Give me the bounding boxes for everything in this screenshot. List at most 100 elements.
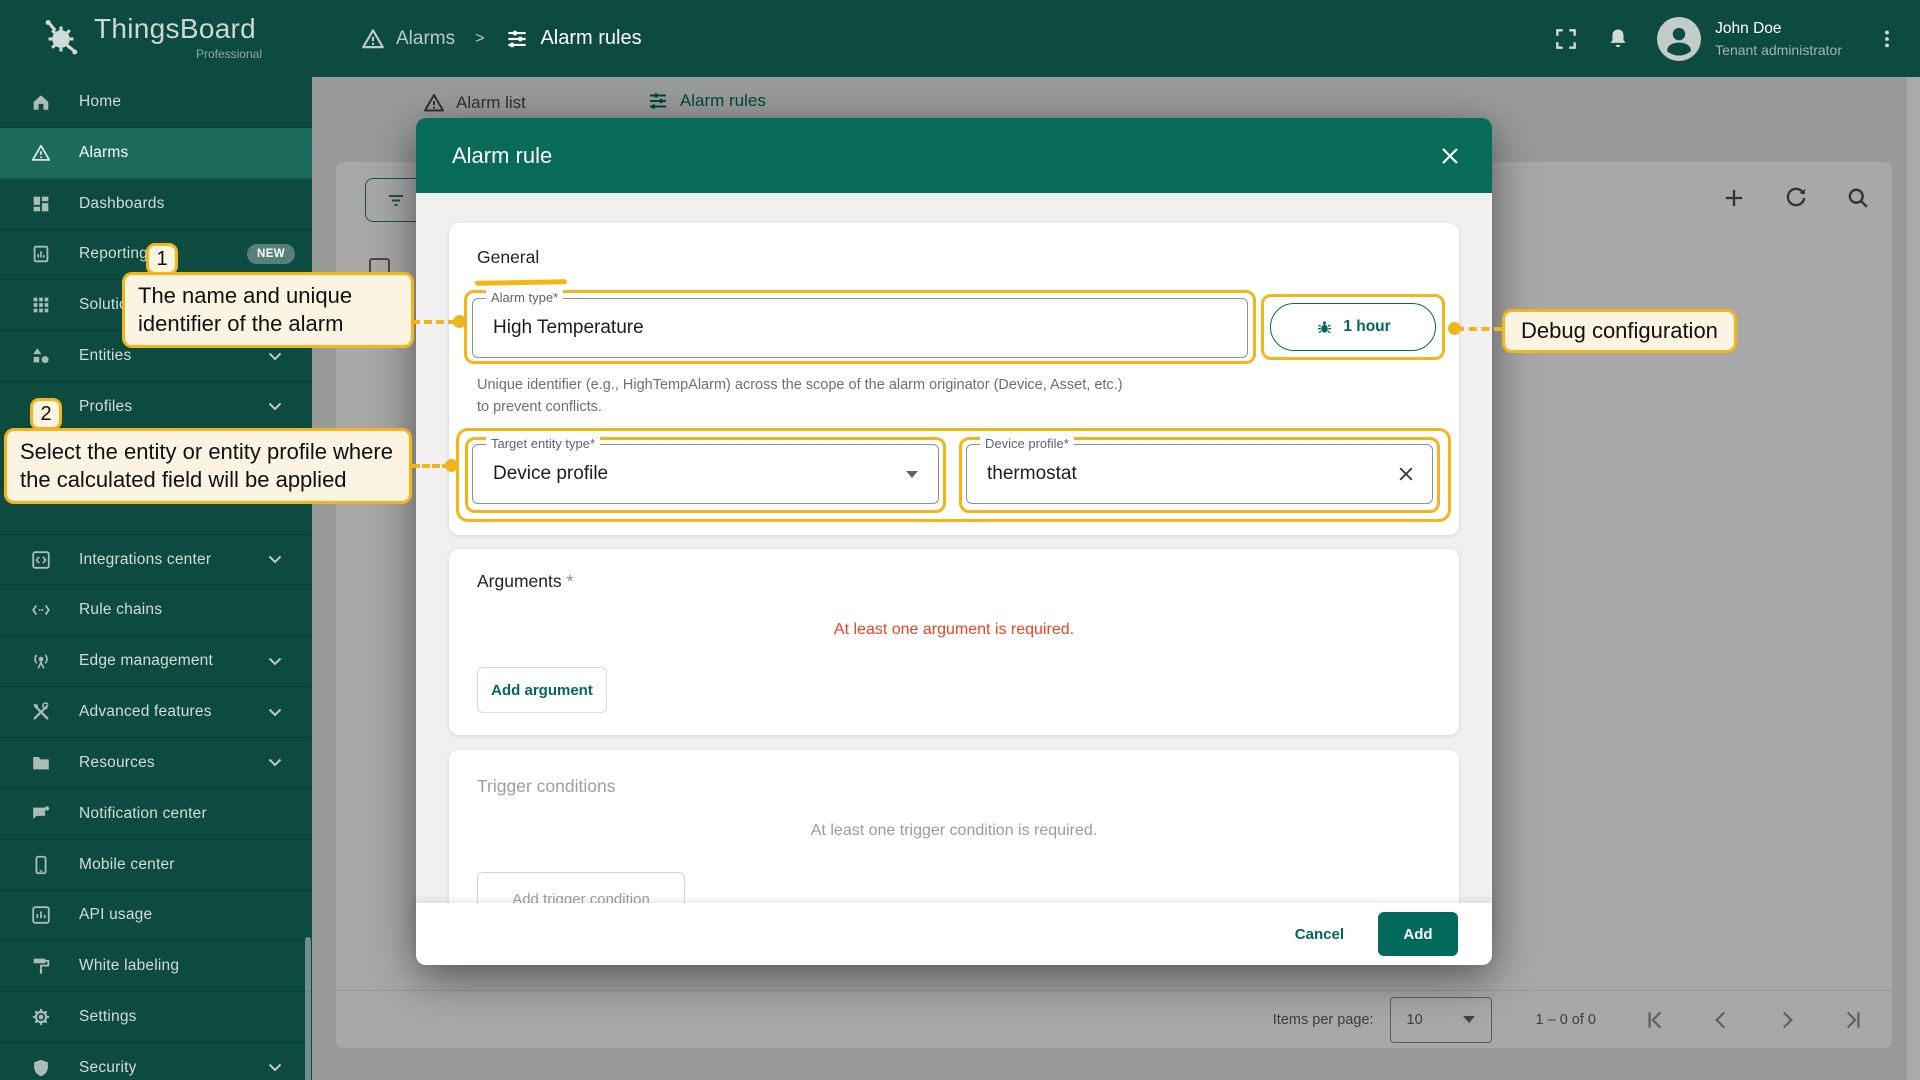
user-info[interactable]: John Doe Tenant administrator <box>1715 20 1842 58</box>
sidebar-item-edge-management[interactable]: Edge management <box>0 636 312 687</box>
sidebar-item-mobile-center[interactable]: Mobile center <box>0 840 312 891</box>
alarm-type-label: Alarm type* <box>486 290 563 305</box>
debug-callout: Debug configuration <box>1502 309 1737 353</box>
integrations-icon <box>30 549 52 571</box>
debug-duration-label: 1 hour <box>1343 318 1390 336</box>
bug-icon <box>1315 318 1334 337</box>
reporting-icon <box>30 243 52 265</box>
sidebar-item-rule-chains[interactable]: Rule chains <box>0 585 312 636</box>
dialog-footer: Cancel Add <box>416 903 1492 965</box>
clear-icon[interactable] <box>1396 464 1416 484</box>
avatar[interactable] <box>1657 17 1701 61</box>
notification-center-icon <box>30 803 52 825</box>
breadcrumb-alarms[interactable]: Alarms <box>360 26 455 52</box>
debug-highlight-ring: 1 hour <box>1261 294 1445 360</box>
sidebar-item-settings[interactable]: Settings <box>0 992 312 1043</box>
sidebar-item-notification-center[interactable]: Notification center <box>0 789 312 840</box>
sidebar-item-integrations-center[interactable]: Integrations center <box>0 535 312 586</box>
cancel-button[interactable]: Cancel <box>1295 926 1344 943</box>
add-argument-button[interactable]: Add argument <box>477 667 607 713</box>
arguments-error-message: At least one argument is required. <box>449 621 1459 639</box>
step-1-connector <box>412 320 456 324</box>
alarm-type-highlight-ring: Alarm type* High Temperature <box>464 290 1256 364</box>
home-icon <box>30 91 52 113</box>
alarm-rule-dialog: Alarm rule General Alarm type* High Temp… <box>416 118 1492 965</box>
step-2-callout: Select the entity or entity profile wher… <box>4 428 412 504</box>
sidebar-item-alarms[interactable]: Alarms <box>0 128 312 179</box>
highlight-underline <box>475 279 567 286</box>
chevron-down-icon <box>268 708 282 717</box>
advanced-features-icon <box>30 701 52 723</box>
warning-icon <box>360 26 386 52</box>
debug-connector <box>1456 327 1502 331</box>
chevron-down-icon <box>268 1063 282 1072</box>
dialog-title: Alarm rule <box>452 143 552 169</box>
thingsboard-logo-icon <box>38 16 84 62</box>
api-usage-icon <box>30 904 52 926</box>
dialog-header: Alarm rule <box>416 118 1492 193</box>
dialog-body: General Alarm type* High Temperature 1 h… <box>416 193 1492 903</box>
breadcrumb-alarm-rules[interactable]: Alarm rules <box>504 26 641 52</box>
device-profile-field[interactable]: Device profile* thermostat <box>966 444 1433 504</box>
smartphone-icon <box>30 854 52 876</box>
chevron-down-icon <box>268 758 282 767</box>
device-profile-label: Device profile* <box>980 436 1074 451</box>
folder-icon <box>30 752 52 774</box>
user-name: John Doe <box>1715 20 1842 38</box>
add-trigger-condition-button[interactable]: Add trigger condition <box>477 872 685 903</box>
sidebar-nav: Home Alarms Dashboards Reporting NEW Sol… <box>0 77 312 1080</box>
trigger-conditions-heading: Trigger conditions <box>477 776 615 797</box>
app-name: ThingsBoard <box>94 13 256 45</box>
target-entity-type-select[interactable]: Target entity type* Device profile <box>472 444 939 504</box>
sidebar-item-white-labeling[interactable]: White labeling <box>0 941 312 992</box>
debug-config-button[interactable]: 1 hour <box>1270 303 1436 351</box>
alarm-type-field[interactable]: Alarm type* High Temperature <box>472 298 1248 358</box>
tune-icon <box>504 26 530 52</box>
step-1-badge: 1 <box>146 243 178 275</box>
sidebar-scrollbar[interactable] <box>305 937 311 1080</box>
gear-icon <box>30 1006 52 1028</box>
close-icon[interactable] <box>1438 144 1462 168</box>
new-badge: NEW <box>247 244 295 264</box>
edge-management-icon <box>30 650 52 672</box>
entities-icon <box>30 345 52 367</box>
sidebar-item-api-usage[interactable]: API usage <box>0 891 312 942</box>
device-profile-highlight-ring: Device profile* thermostat <box>959 437 1440 513</box>
step-2-badge: 2 <box>30 398 62 430</box>
sidebar-item-home[interactable]: Home <box>0 77 312 128</box>
sidebar-item-advanced-features[interactable]: Advanced features <box>0 687 312 738</box>
step-2-connector-dot <box>445 459 458 472</box>
fullscreen-icon[interactable] <box>1553 26 1579 52</box>
breadcrumb-separator: > <box>475 30 484 48</box>
target-entity-type-value: Device profile <box>473 463 608 485</box>
warning-icon <box>30 142 52 164</box>
target-type-highlight-ring: Target entity type* Device profile <box>465 437 946 513</box>
general-heading: General <box>477 247 539 268</box>
target-row-highlight-ring: Target entity type* Device profile Devic… <box>456 428 1451 522</box>
notifications-bell-icon[interactable] <box>1605 26 1631 52</box>
arguments-heading: Arguments * <box>477 571 573 592</box>
arguments-section: Arguments * At least one argument is req… <box>449 549 1459 735</box>
dashboards-icon <box>30 193 52 215</box>
sidebar-item-security[interactable]: Security <box>0 1043 312 1080</box>
page-scrollbar[interactable] <box>1907 77 1920 1080</box>
kebab-menu-icon[interactable] <box>1876 26 1898 52</box>
chevron-down-icon <box>268 352 282 361</box>
sidebar-item-dashboards[interactable]: Dashboards <box>0 179 312 230</box>
trigger-conditions-message: At least one trigger condition is requir… <box>449 822 1459 840</box>
add-button[interactable]: Add <box>1378 912 1458 956</box>
target-entity-type-label: Target entity type* <box>486 436 600 451</box>
app-root: { "colors": { "accent": "#00695c", "side… <box>0 0 1920 1080</box>
chevron-down-icon <box>268 657 282 666</box>
shield-icon <box>30 1057 52 1079</box>
rule-chains-icon <box>30 599 52 621</box>
sidebar-item-resources[interactable]: Resources <box>0 738 312 789</box>
step-1-callout: The name and unique identifier of the al… <box>122 272 414 348</box>
solution-templates-icon <box>30 294 52 316</box>
breadcrumb: Alarms > Alarm rules <box>360 0 642 77</box>
top-header: ThingsBoard Professional Alarms > Alarm … <box>0 0 1920 77</box>
chevron-down-icon[interactable] <box>906 471 918 478</box>
user-role: Tenant administrator <box>1715 42 1842 58</box>
paint-roller-icon <box>30 955 52 977</box>
chevron-down-icon <box>268 402 282 411</box>
